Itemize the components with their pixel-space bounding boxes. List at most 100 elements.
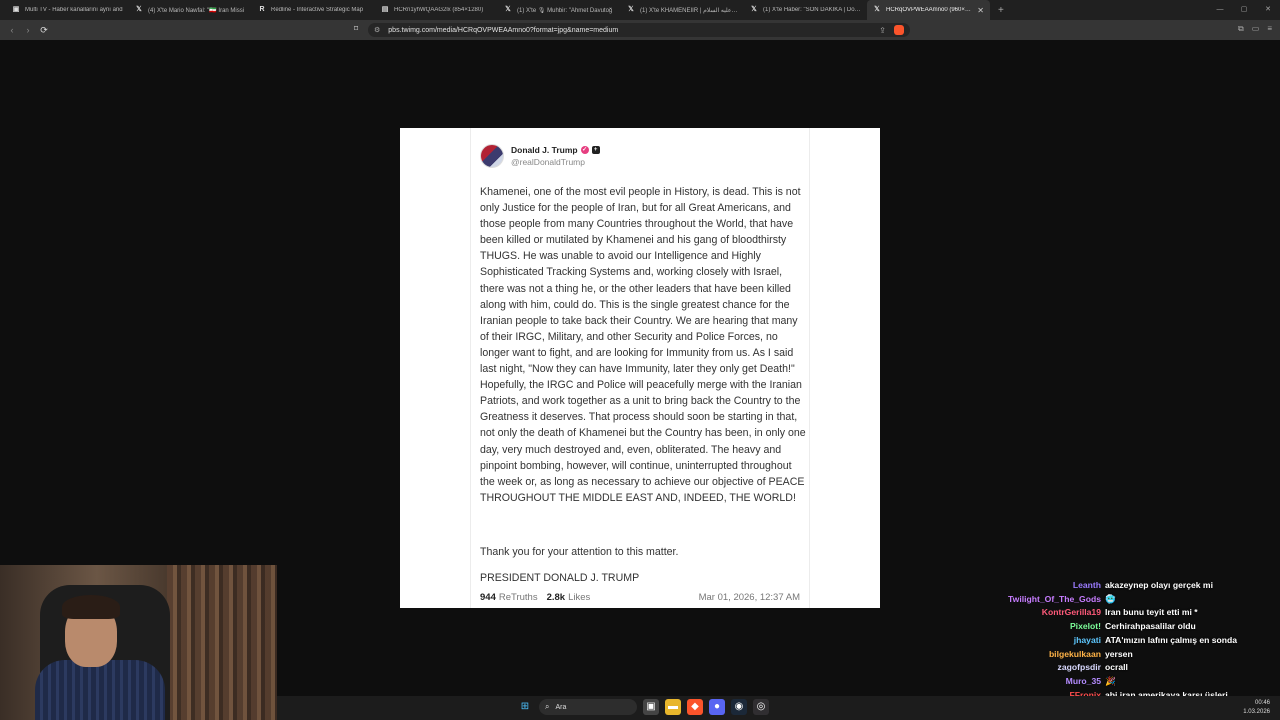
share-icon[interactable]: ⇪ bbox=[879, 26, 886, 35]
image-icon: ▤ bbox=[381, 6, 389, 13]
window-controls: — ▢ ✕ bbox=[1208, 0, 1280, 20]
chat-username: Muro_35 bbox=[1065, 675, 1101, 686]
extensions-icon[interactable]: ⧉ bbox=[1238, 24, 1244, 34]
browser-tab[interactable]: 𝕏 HCRqOVPWEAAmno0 (960×960) ✕ bbox=[867, 0, 990, 20]
wallet-icon[interactable]: ▭ bbox=[1252, 24, 1260, 34]
author-names: Donald J. Trump ✓ + @realDonaldTrump bbox=[511, 145, 600, 167]
file-explorer-icon[interactable]: ▬ bbox=[665, 699, 681, 715]
retruths-label: ReTruths bbox=[498, 592, 538, 603]
browser-tab[interactable]: 𝕏 (4) X'te Mario Nawfal: "🇮🇷 Iran Missi bbox=[129, 0, 252, 20]
close-window-icon[interactable]: ✕ bbox=[1256, 0, 1280, 20]
tab-title: (1) X'te KHAMENEIIR | خامنه‌ای علیه السل… bbox=[640, 7, 738, 14]
tab-title: HCRqOVPWEAAmno0 (960×960) bbox=[886, 7, 974, 13]
truth-social-post-image: Donald J. Trump ✓ + @realDonaldTrump Kha… bbox=[400, 128, 880, 608]
streamer-body bbox=[35, 660, 165, 720]
minimize-icon[interactable]: — bbox=[1208, 0, 1232, 20]
chat-username: KontrGerilla19 bbox=[1041, 607, 1101, 618]
retruths-count: 944 bbox=[480, 592, 496, 603]
browser-tab[interactable]: 𝕏 (1) X'te KHAMENEIIR | خامنه‌ای علیه الس… bbox=[621, 0, 744, 20]
tab-strip: ▣ Multi TV - Haber kanallarını aynı and 𝕏 (… bbox=[0, 0, 1280, 20]
browser-tab[interactable]: R Redline - Interactive Strategic Map bbox=[252, 0, 375, 20]
chat-message: bilgekulkaan yersen bbox=[960, 648, 1270, 662]
browser-tab[interactable]: 𝕏 (1) X'te Haber: "SON DAKİKA | Dona bbox=[744, 0, 867, 20]
chat-message: KontrGerilla19 Iran bunu teyit etti mi * bbox=[960, 606, 1270, 620]
browser-tab[interactable]: ▤ HCRn1yhWQAAG2lx (854×1280) bbox=[375, 0, 498, 20]
display-name-row: Donald J. Trump ✓ + bbox=[511, 145, 600, 155]
clock-date: 1.03.2026 bbox=[1243, 709, 1270, 715]
address-bar: ‹ › ⟳ ⌑ ⚙ pbs.twimg.com/media/HCRqOVPWEA… bbox=[0, 20, 1280, 40]
discord-icon[interactable]: ● bbox=[709, 699, 725, 715]
taskbar-icons: ⊞ ⌕ Ara ▣ ▬ ◆ ● ◉ ◎ bbox=[517, 699, 769, 715]
post-date: Mar 01, 2026, 12:37 AM bbox=[698, 592, 800, 603]
x-logo-icon: 𝕏 bbox=[874, 6, 880, 13]
chat-text: Cerhirahpasalilar oldu bbox=[1105, 621, 1196, 632]
bookmark-icon[interactable]: ⌑ bbox=[354, 24, 358, 33]
search-icon: ⌕ bbox=[545, 702, 550, 711]
webcam-overlay bbox=[0, 565, 277, 720]
chat-username: bilgekulkaan bbox=[1048, 648, 1101, 659]
maximize-icon[interactable]: ▢ bbox=[1232, 0, 1256, 20]
back-arrow-icon[interactable]: ‹ bbox=[4, 25, 20, 35]
brave-browser-icon[interactable]: ◆ bbox=[687, 699, 703, 715]
chat-message: Twilight_Of_The_Gods 🥶 bbox=[960, 593, 1270, 607]
tab-title: (4) X'te Mario Nawfal: "🇮🇷 Iran Missi bbox=[148, 7, 245, 14]
tab-title: Redline - Interactive Strategic Map bbox=[271, 7, 364, 13]
url-field[interactable]: ⚙ pbs.twimg.com/media/HCRqOVPWEAAmno0?fo… bbox=[368, 23, 910, 37]
tab-title: (1) X'te 🎙 Muhbir: "Ahmet Davutoğ bbox=[517, 7, 613, 14]
toolbar-right: ⧉ ▭ ≡ bbox=[1238, 24, 1272, 34]
new-tab-button[interactable]: + bbox=[998, 5, 1004, 16]
tv-icon: ▣ bbox=[12, 6, 20, 13]
avatar bbox=[480, 144, 504, 168]
steam-icon[interactable]: ◉ bbox=[731, 699, 747, 715]
chat-text: ocrall bbox=[1105, 662, 1128, 673]
chat-text: akazeynep olayı gerçek mi bbox=[1105, 580, 1213, 590]
windows-start-icon[interactable]: ⊞ bbox=[517, 699, 533, 715]
close-tab-icon[interactable]: ✕ bbox=[973, 6, 984, 15]
display-name: Donald J. Trump bbox=[511, 145, 578, 155]
plus-badge-icon: + bbox=[591, 146, 600, 154]
post-stats: 944 ReTruths 2.8k Likes Mar 01, 2026, 12… bbox=[480, 592, 800, 603]
brave-shields-icon[interactable] bbox=[894, 25, 904, 35]
post-author: Donald J. Trump ✓ + @realDonaldTrump bbox=[480, 144, 600, 168]
chat-text: yersen bbox=[1105, 648, 1133, 659]
x-logo-icon: 𝕏 bbox=[505, 6, 511, 13]
post-closing: Thank you for your attention to this mat… bbox=[480, 546, 679, 558]
clock-time: 00:46 bbox=[1254, 700, 1270, 706]
redline-icon: R bbox=[259, 6, 265, 13]
task-view-icon[interactable]: ▣ bbox=[643, 699, 659, 715]
x-logo-icon: 𝕏 bbox=[751, 6, 757, 13]
chat-text: Iran bunu teyit etti mi * bbox=[1105, 607, 1198, 618]
chat-message: Leanth akazeynep olayı gerçek mi bbox=[960, 579, 1270, 593]
obs-icon[interactable]: ◎ bbox=[753, 699, 769, 715]
url-text[interactable]: pbs.twimg.com/media/HCRqOVPWEAAmno0?form… bbox=[388, 27, 618, 34]
chat-text: ATA'mızın lafını çalmış en sonda bbox=[1105, 634, 1238, 645]
chat-message: zagofpsdir ocrall bbox=[960, 661, 1270, 675]
tab-title: HCRn1yhWQAAG2lx (854×1280) bbox=[394, 7, 484, 13]
chat-message: jhayati ATA'mızın lafını çalmış en sonda bbox=[960, 634, 1270, 648]
browser-tab[interactable]: ▣ Multi TV - Haber kanallarını aynı and bbox=[6, 0, 129, 20]
chat-username: zagofpsdir bbox=[1057, 662, 1101, 673]
likes-count: 2.8k bbox=[546, 592, 566, 603]
x-logo-icon: 𝕏 bbox=[136, 6, 142, 13]
likes-label: Likes bbox=[568, 592, 591, 603]
menu-icon[interactable]: ≡ bbox=[1267, 24, 1272, 34]
x-logo-icon: 𝕏 bbox=[628, 6, 634, 13]
site-info-icon[interactable]: ⚙ bbox=[374, 26, 380, 34]
taskbar-search[interactable]: ⌕ Ara bbox=[539, 699, 637, 715]
post-body: Khamenei, one of the most evil people in… bbox=[480, 186, 806, 504]
bookshelf bbox=[167, 565, 277, 720]
handle: @realDonaldTrump bbox=[511, 157, 585, 167]
chat-message: Pixelot! Cerhirahpasalilar oldu bbox=[960, 620, 1270, 634]
browser-tab[interactable]: 𝕏 (1) X'te 🎙 Muhbir: "Ahmet Davutoğ bbox=[498, 0, 621, 20]
verified-badge-icon: ✓ bbox=[580, 146, 589, 154]
tab-title: (1) X'te Haber: "SON DAKİKA | Dona bbox=[763, 7, 861, 13]
taskbar: ⊞ ⌕ Ara ▣ ▬ ◆ ● ◉ ◎ 00:46 1.03.2026 bbox=[277, 696, 1280, 720]
reload-icon[interactable]: ⟳ bbox=[36, 25, 52, 36]
chat-text: 🥶 bbox=[1105, 593, 1116, 604]
chat-message: Muro_35 🎉 bbox=[960, 675, 1270, 689]
forward-arrow-icon[interactable]: › bbox=[20, 25, 36, 35]
streamer-hair bbox=[62, 595, 120, 619]
post-signature: PRESIDENT DONALD J. TRUMP bbox=[480, 572, 640, 584]
system-clock[interactable]: 00:46 1.03.2026 bbox=[1243, 699, 1270, 717]
chat-username: Leanth bbox=[1072, 580, 1101, 590]
